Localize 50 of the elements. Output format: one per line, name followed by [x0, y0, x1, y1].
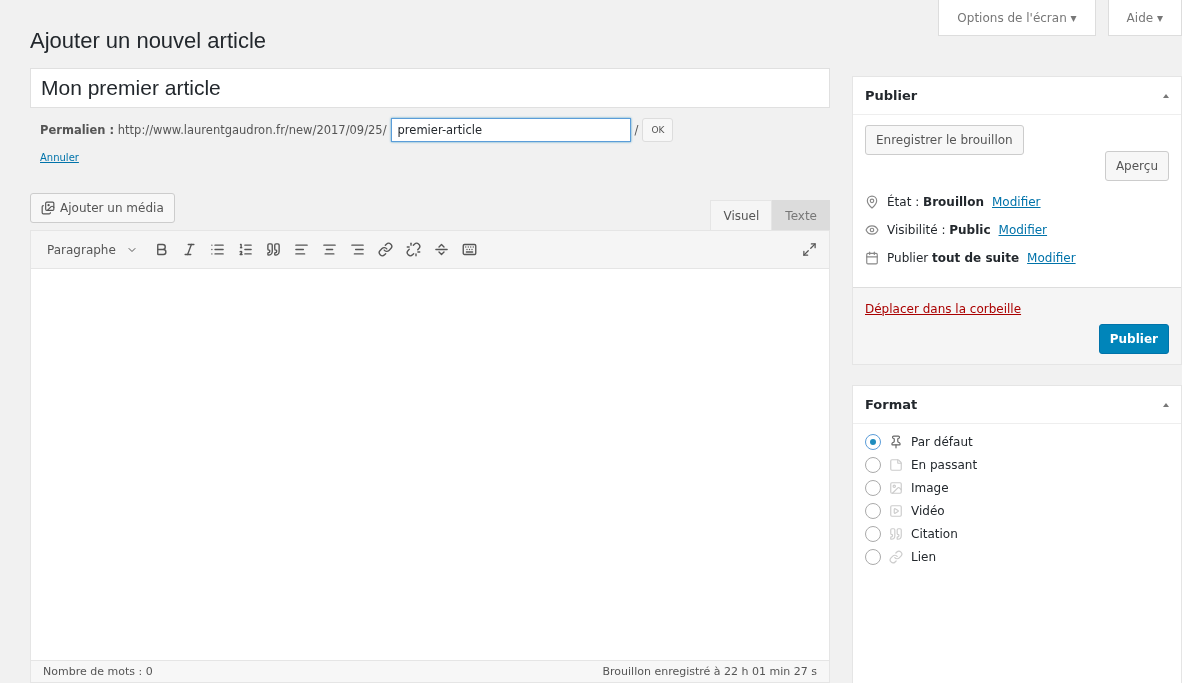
editor-tab[interactable]: Visuel [710, 200, 773, 230]
format-label: Par défaut [911, 435, 973, 449]
pin-icon [865, 195, 879, 209]
video-icon [889, 504, 903, 518]
slug-field[interactable]: premier-article [390, 118, 631, 142]
trash-link[interactable]: Déplacer dans la corbeille [865, 302, 1169, 316]
format-label: Image [911, 481, 949, 495]
radio-button[interactable] [865, 434, 881, 450]
format-label: Vidéo [911, 504, 945, 518]
calendar-icon [865, 251, 879, 265]
ok-button[interactable]: OK [642, 118, 674, 142]
link-icon [889, 550, 903, 564]
panel-title: Publier [865, 88, 918, 103]
title-field[interactable]: Mon premier article [30, 68, 830, 108]
page-title: Ajouter un nouvel article [30, 28, 268, 54]
word-count: Nombre de mots : 0 [43, 665, 153, 678]
add-media-button[interactable]: Ajouter un média [30, 193, 175, 223]
collapse-icon[interactable] [1163, 93, 1169, 98]
meta-text: État : Brouillon [887, 195, 984, 209]
note-icon [889, 458, 903, 472]
save-draft-button[interactable]: Enregistrer le brouillon [865, 125, 1024, 155]
meta-text: Visibilité : Public [887, 223, 991, 237]
collapse-icon[interactable] [1163, 402, 1169, 407]
radio-button[interactable] [865, 457, 881, 473]
cancel-link[interactable]: Annuler [40, 152, 830, 163]
radio-button[interactable] [865, 480, 881, 496]
quote-icon [889, 527, 903, 541]
eye-icon [865, 223, 879, 237]
screen-tab-button[interactable]: Options de l'écran ▾ [938, 0, 1096, 36]
format-dropdown[interactable]: Paragraphe [39, 235, 146, 264]
panel-title: Format [865, 397, 918, 412]
meta-text: Publier tout de suite [887, 251, 1020, 265]
media-icon [41, 201, 55, 215]
radio-button[interactable] [865, 549, 881, 565]
permalink-text: Permalien : http://www.laurentgaudron.fr/new/2017/09/25/ [40, 123, 387, 137]
publish-button[interactable]: Publier [1098, 324, 1169, 354]
radio-button[interactable] [865, 503, 881, 519]
edit-link[interactable]: Modifier [992, 195, 1041, 209]
preview-button[interactable]: Aperçu [1104, 151, 1169, 181]
edit-link[interactable]: Modifier [998, 223, 1048, 237]
pushpin-icon [889, 435, 903, 449]
format-label: Citation [911, 527, 958, 541]
format-label: Lien [911, 550, 936, 564]
image-icon [889, 481, 903, 495]
save-status: Brouillon enregistré à 22 h 01 min 27 s [602, 665, 817, 678]
radio-button[interactable] [865, 526, 881, 542]
format-label: En passant [911, 458, 978, 472]
slash-text: / [634, 123, 639, 137]
edit-link[interactable]: Modifier [1027, 251, 1076, 265]
screen-tab-button[interactable]: Aide ▾ [1107, 0, 1182, 36]
